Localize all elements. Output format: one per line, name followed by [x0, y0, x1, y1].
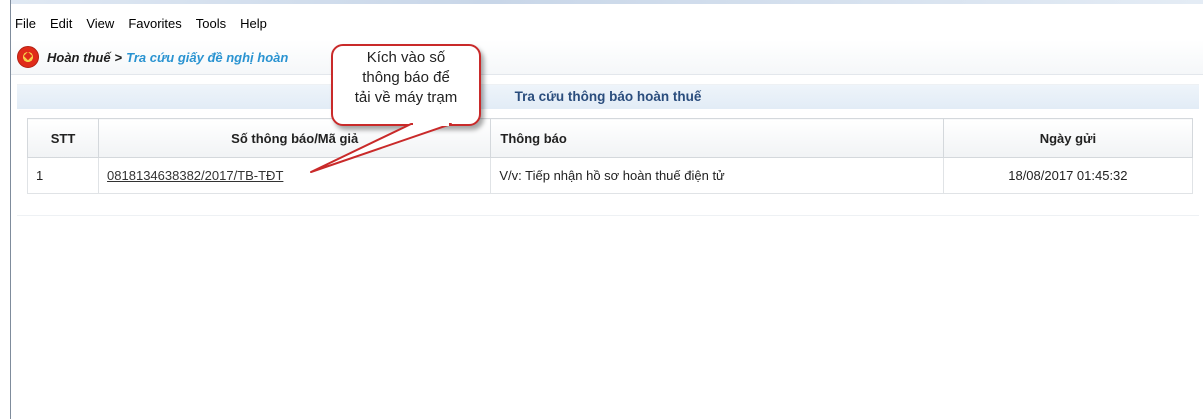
table-row: 1 0818134638382/2017/TB-TĐT V/v: Tiếp nh…: [26, 157, 1194, 194]
column-header-stt: STT: [26, 118, 100, 158]
breadcrumb-root[interactable]: Hoàn thuế: [47, 50, 111, 65]
breadcrumb: Hoàn thuế > Tra cứu giấy đề nghị hoàn: [11, 40, 1203, 75]
menu-bar: File Edit View Favorites Tools Help: [11, 11, 1203, 37]
menu-favorites[interactable]: Favorites: [121, 11, 188, 37]
column-header-thong-bao: Thông báo: [490, 118, 944, 158]
cell-ngay-gui: 18/08/2017 01:45:32: [942, 157, 1194, 194]
menu-tools[interactable]: Tools: [189, 11, 233, 37]
cell-thong-bao: V/v: Tiếp nhận hồ sơ hoàn thuế điện tử: [490, 157, 944, 194]
notification-table: STT Số thông báo/Mã giả Thông báo Ngày g…: [26, 118, 1194, 194]
menu-file[interactable]: File: [11, 11, 43, 37]
cell-stt: 1: [26, 157, 100, 194]
panel-bottom-edge: [17, 209, 1199, 216]
cell-so-thong-bao: 0818134638382/2017/TB-TĐT: [98, 157, 492, 194]
callout-line: tải về máy trạm: [354, 89, 458, 106]
column-header-ngay-gui: Ngày gửi: [942, 118, 1194, 158]
window-top-edge: [11, 0, 1203, 4]
menu-edit[interactable]: Edit: [43, 11, 79, 37]
breadcrumb-current: Tra cứu giấy đề nghị hoàn: [126, 49, 289, 65]
notification-number-link[interactable]: 0818134638382/2017/TB-TĐT: [107, 168, 283, 183]
notification-lookup-panel: Tra cứu thông báo hoàn thuế STT Số thông…: [17, 84, 1199, 216]
national-emblem-icon: [17, 46, 39, 68]
panel-title: Tra cứu thông báo hoàn thuế: [17, 85, 1199, 109]
browser-window: File Edit View Favorites Tools Help Hoàn…: [10, 0, 1203, 419]
callout-line: Kích vào số: [366, 49, 446, 66]
breadcrumb-separator: >: [114, 49, 123, 65]
table-header-row: STT Số thông báo/Mã giả Thông báo Ngày g…: [26, 118, 1194, 158]
menu-view[interactable]: View: [79, 11, 121, 37]
instruction-callout: Kích vào số thông báo để tải về máy trạm: [331, 44, 481, 126]
callout-line: thông báo để: [362, 69, 450, 86]
menu-help[interactable]: Help: [233, 11, 274, 37]
